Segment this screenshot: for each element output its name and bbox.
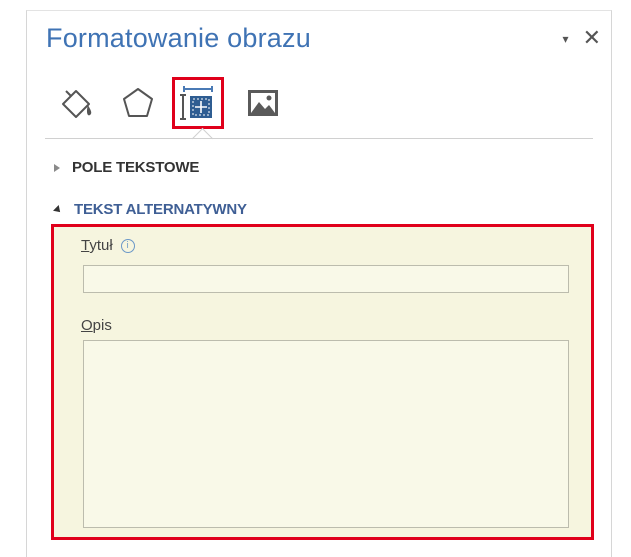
pane-controls: ▾ ✕ bbox=[563, 27, 601, 49]
title-label-text: ytuł bbox=[89, 237, 113, 254]
section-pole-tekstowe[interactable]: POLE TEKSTOWE bbox=[54, 159, 199, 176]
format-picture-pane: Formatowanie obrazu ▾ ✕ POLE TEKSTOWE TE… bbox=[26, 10, 612, 557]
close-icon[interactable]: ✕ bbox=[583, 27, 601, 49]
section-label: POLE TEKSTOWE bbox=[72, 159, 200, 176]
pane-title: Formatowanie obrazu bbox=[46, 23, 311, 53]
pane-options-dropdown-icon[interactable]: ▾ bbox=[563, 33, 569, 45]
description-label-accelerator: O bbox=[81, 317, 93, 334]
tab-picture[interactable] bbox=[237, 77, 289, 129]
title-input[interactable] bbox=[83, 265, 569, 293]
title-label: Tytuł i bbox=[81, 237, 135, 254]
picture-icon bbox=[248, 90, 278, 116]
layout-properties-icon bbox=[180, 86, 213, 120]
tab-fill-line[interactable] bbox=[50, 77, 102, 129]
effects-icon bbox=[123, 88, 153, 117]
section-tekst-alternatywny[interactable]: TEKST ALTERNATYWNY bbox=[53, 201, 247, 218]
tabs-divider bbox=[45, 138, 593, 139]
collapse-arrow-icon bbox=[53, 204, 63, 215]
description-textarea[interactable] bbox=[83, 340, 569, 528]
tab-effects[interactable] bbox=[112, 77, 164, 129]
description-label: Opis bbox=[81, 317, 112, 334]
section-label: TEKST ALTERNATYWNY bbox=[74, 201, 247, 218]
expand-arrow-icon bbox=[54, 163, 60, 172]
alt-text-region: Tytuł i Opis bbox=[51, 224, 594, 540]
description-label-text: pis bbox=[92, 317, 112, 334]
fill-line-icon bbox=[62, 90, 92, 118]
tab-layout-properties[interactable] bbox=[172, 77, 224, 129]
info-icon[interactable]: i bbox=[120, 239, 135, 253]
